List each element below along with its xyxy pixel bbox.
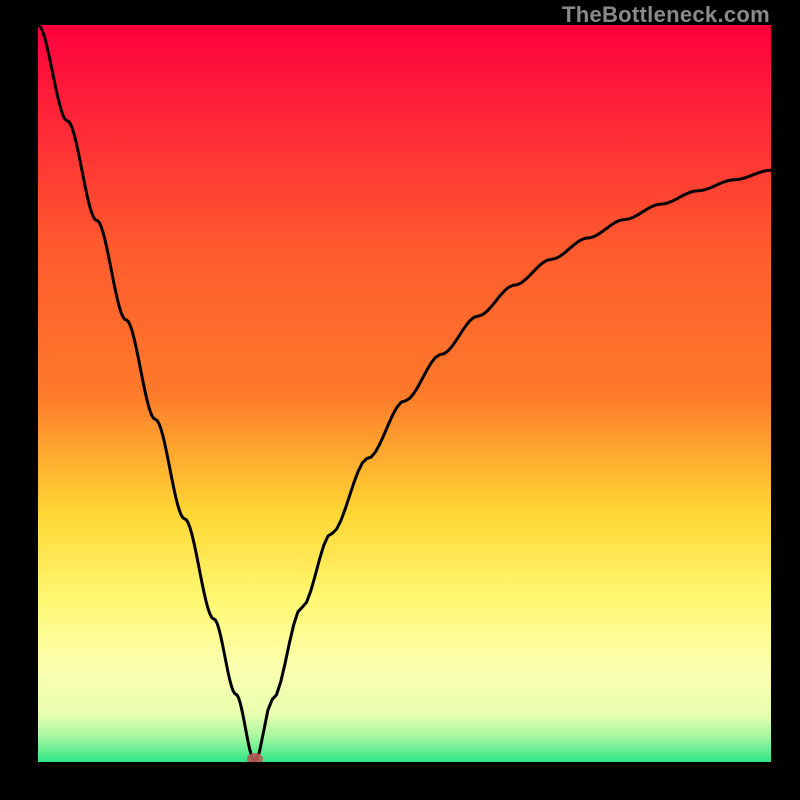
chart-svg	[38, 25, 771, 762]
chart-frame: TheBottleneck.com	[0, 0, 800, 800]
plot-area	[38, 25, 771, 762]
